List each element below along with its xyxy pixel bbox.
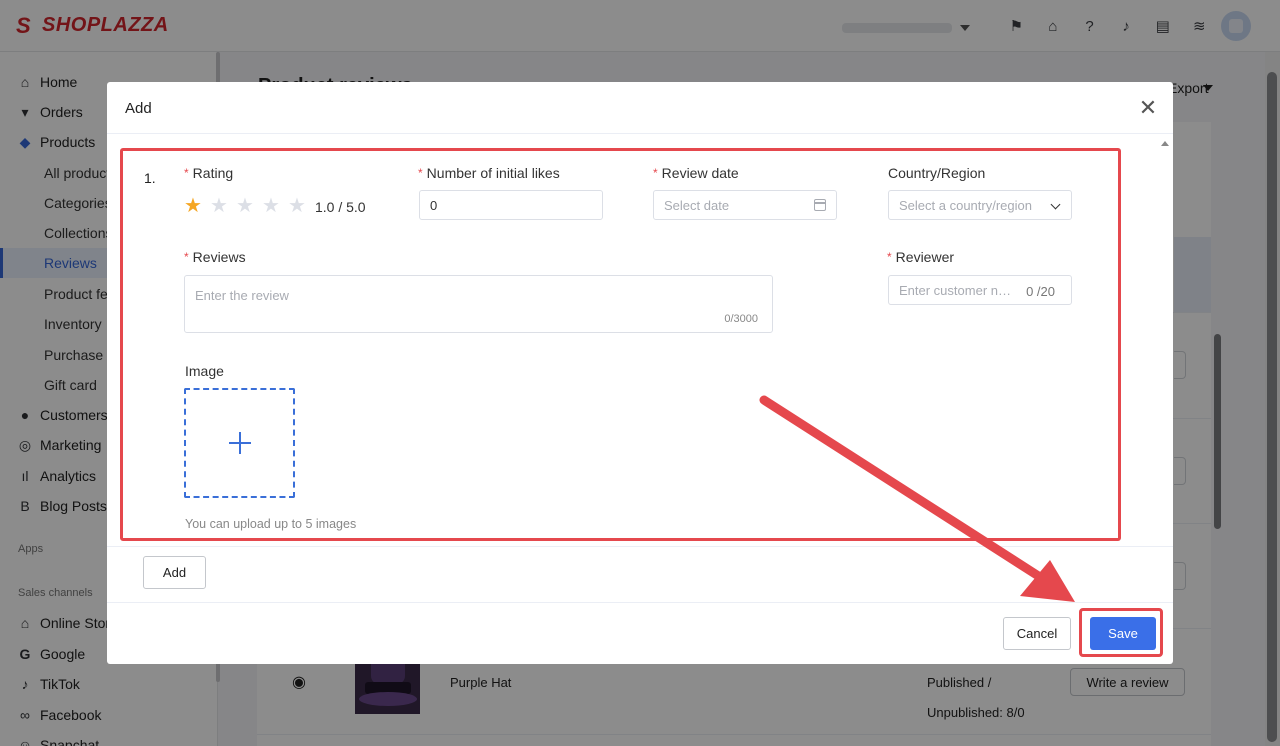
calendar-icon	[814, 199, 826, 211]
likes-label: * Number of initial likes	[418, 165, 560, 181]
likes-input[interactable]: 0	[419, 190, 603, 220]
country-placeholder: Select a country/region	[899, 197, 1032, 213]
entry-index: 1.	[144, 170, 156, 186]
review-date-picker[interactable]: Select date	[653, 190, 837, 220]
reviewer-placeholder: Enter customer name	[899, 282, 1015, 298]
upload-hint: You can upload up to 5 images	[185, 517, 357, 531]
country-select[interactable]: Select a country/region	[888, 190, 1072, 220]
scroll-up-icon[interactable]	[1161, 141, 1169, 146]
reviewer-label: * Reviewer	[887, 249, 954, 265]
save-button[interactable]: Save	[1090, 617, 1156, 650]
plus-icon	[228, 432, 251, 454]
review-date-label: * Review date	[653, 165, 739, 181]
required-mark: *	[653, 166, 658, 180]
chevron-down-icon	[1050, 199, 1061, 210]
add-review-dialog: Add ✕ 1. * Rating ★ ★ ★ ★ ★ 1.0 / 5.0 * Nu…	[107, 82, 1173, 664]
review-textarea[interactable]: Enter the review 0/3000	[184, 275, 773, 333]
date-placeholder: Select date	[664, 197, 730, 213]
star-icon[interactable]: ★	[288, 196, 308, 216]
review-date-label-text: Review date	[661, 165, 739, 181]
required-mark: *	[184, 166, 189, 180]
divider	[107, 546, 1173, 547]
rating-stars[interactable]: ★ ★ ★ ★ ★	[184, 196, 308, 216]
rating-label: * Rating	[184, 165, 233, 181]
star-icon[interactable]: ★	[262, 196, 282, 216]
likes-label-text: Number of initial likes	[426, 165, 560, 181]
divider	[107, 133, 1173, 134]
required-mark: *	[184, 250, 189, 264]
review-char-counter: 0/3000	[724, 313, 758, 325]
add-entry-button[interactable]: Add	[143, 556, 206, 589]
review-placeholder: Enter the review	[195, 288, 289, 303]
divider	[107, 602, 1173, 603]
star-icon[interactable]: ★	[236, 196, 256, 216]
reviewer-input[interactable]: Enter customer name 0 /20	[888, 275, 1072, 305]
star-icon[interactable]: ★	[210, 196, 230, 216]
image-upload-button[interactable]	[184, 388, 295, 498]
image-label: Image	[185, 363, 224, 379]
star-icon[interactable]: ★	[184, 196, 204, 216]
rating-label-text: Rating	[192, 165, 234, 181]
close-icon[interactable]: ✕	[1137, 97, 1159, 120]
rating-value: 1.0 / 5.0	[315, 199, 366, 215]
reviews-label: * Reviews	[184, 249, 246, 265]
dialog-title: Add	[125, 100, 152, 117]
reviewer-char-counter: 0 /20	[1026, 284, 1055, 299]
required-mark: *	[418, 166, 423, 180]
likes-value: 0	[430, 197, 438, 213]
country-label: Country/Region	[888, 165, 986, 181]
cancel-button[interactable]: Cancel	[1003, 617, 1071, 650]
required-mark: *	[887, 250, 892, 264]
reviewer-label-text: Reviewer	[895, 249, 955, 265]
reviews-label-text: Reviews	[192, 249, 246, 265]
